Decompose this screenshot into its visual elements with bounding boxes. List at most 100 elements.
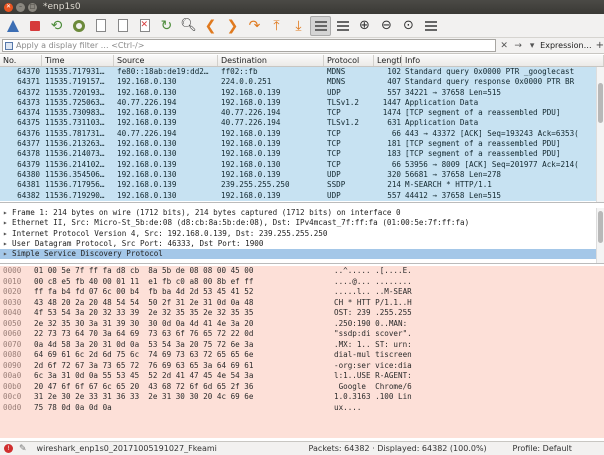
- expression-button[interactable]: Expression…: [540, 41, 591, 50]
- detail-tree-item[interactable]: ▸ Internet Protocol Version 4, Src: 192.1…: [0, 229, 604, 239]
- display-filter-input[interactable]: Apply a display filter … <Ctrl-/>: [2, 39, 497, 52]
- maximize-window-icon[interactable]: □: [28, 2, 37, 12]
- profile-selector[interactable]: Profile: Default: [513, 444, 572, 453]
- column-header-protocol[interactable]: Protocol: [324, 55, 374, 66]
- minimize-window-icon[interactable]: –: [16, 2, 25, 12]
- hex-offset[interactable]: 00a0: [0, 371, 34, 382]
- hex-ascii[interactable]: "ssdp:di scover".: [334, 329, 414, 340]
- expand-arrow-icon[interactable]: ▸: [3, 239, 12, 249]
- hex-ascii[interactable]: l:1..USE R-AGENT:: [334, 371, 414, 382]
- open-file-button[interactable]: [90, 16, 111, 36]
- column-header-time[interactable]: Time: [42, 55, 114, 66]
- find-packet-button[interactable]: 🔍︎: [178, 16, 199, 36]
- expert-info-icon[interactable]: !: [4, 444, 13, 453]
- colorize-button[interactable]: [332, 16, 353, 36]
- hex-offset[interactable]: 0020: [0, 287, 34, 298]
- hex-offset[interactable]: 0000: [0, 266, 34, 277]
- hex-bytes[interactable]: 64 69 61 6c 2d 6d 75 6c 74 69 73 63 72 6…: [34, 350, 334, 361]
- table-row[interactable]: 64371 11535.719157… 192.168.0.130 224.0.0.2…: [0, 77, 604, 88]
- detail-tree-item[interactable]: ▸ Simple Service Discovery Protocol: [0, 249, 604, 260]
- packet-details-scroll-thumb[interactable]: [598, 211, 603, 243]
- detail-tree-item[interactable]: ▸ Ethernet II, Src: Micro-St_5b:de:08 (d8…: [0, 218, 604, 228]
- hex-bytes[interactable]: 2d 6f 72 67 3a 73 65 72 76 69 63 65 3a 6…: [34, 361, 334, 372]
- hex-offset[interactable]: 0070: [0, 340, 34, 351]
- hex-ascii[interactable]: 1.0.3163 .100 Lin: [334, 392, 414, 403]
- column-header-length[interactable]: Length: [374, 55, 402, 66]
- autoscroll-button[interactable]: [310, 15, 331, 36]
- expand-arrow-icon[interactable]: ▸: [3, 229, 12, 239]
- hex-bytes[interactable]: 0a 4d 58 3a 20 31 0d 0a 53 54 3a 20 75 7…: [34, 340, 334, 351]
- table-row[interactable]: 64372 11535.720193… 192.168.0.130 192.168.0…: [0, 87, 604, 98]
- packet-details-scrollbar[interactable]: [596, 208, 604, 263]
- column-header-info[interactable]: Info: [402, 55, 604, 66]
- hex-offset[interactable]: 00d0: [0, 403, 34, 414]
- hex-bytes[interactable]: 20 47 6f 6f 67 6c 65 20 43 68 72 6f 6d 6…: [34, 382, 334, 393]
- first-packet-button[interactable]: ⤒: [266, 16, 287, 36]
- table-row[interactable]: 64373 11535.725063… 40.77.226.194 192.168.0…: [0, 97, 604, 109]
- zoom-out-button[interactable]: ⊖: [376, 16, 397, 36]
- hex-offset[interactable]: 0010: [0, 277, 34, 288]
- detail-tree-item[interactable]: ▸ Frame 1: 214 bytes on wire (1712 bits),…: [0, 208, 604, 218]
- column-header-no[interactable]: No.: [0, 55, 42, 66]
- clear-filter-icon[interactable]: ✕: [498, 40, 510, 52]
- expand-arrow-icon[interactable]: ▸: [3, 218, 12, 228]
- hex-offset[interactable]: 0050: [0, 319, 34, 330]
- hex-ascii[interactable]: ux....: [334, 403, 414, 414]
- hex-ascii[interactable]: .MX: 1.. ST: urn:: [334, 340, 414, 351]
- hex-ascii[interactable]: OST: 239 .255.255: [334, 308, 414, 319]
- packet-list-scroll-thumb[interactable]: [598, 83, 603, 123]
- hex-bytes[interactable]: 6c 3a 31 0d 0a 55 53 45 52 2d 41 47 45 4…: [34, 371, 334, 382]
- capture-options-button[interactable]: [68, 16, 89, 36]
- apply-filter-icon[interactable]: →: [512, 40, 524, 52]
- capture-comment-icon[interactable]: ✎: [19, 444, 27, 454]
- table-row[interactable]: 64377 11536.213263… 192.168.0.130 192.168.0…: [0, 139, 604, 150]
- bookmark-filter-icon[interactable]: [5, 41, 13, 50]
- go-to-packet-button[interactable]: ↷: [244, 16, 265, 36]
- hex-offset[interactable]: 0040: [0, 308, 34, 319]
- hex-offset[interactable]: 00c0: [0, 392, 34, 403]
- hex-ascii[interactable]: -org:ser vice:dia: [334, 361, 414, 372]
- table-row[interactable]: 64379 11536.214102… 192.168.0.139 192.168.0…: [0, 159, 604, 170]
- stop-capture-button[interactable]: [24, 16, 45, 36]
- save-file-button[interactable]: [112, 16, 133, 36]
- resize-columns-button[interactable]: [420, 16, 441, 36]
- last-packet-button[interactable]: ⤓: [288, 16, 309, 36]
- hex-ascii[interactable]: .....l.. ..M-SEAR: [334, 287, 414, 298]
- hex-bytes[interactable]: 4f 53 54 3a 20 32 33 39 2e 32 35 35 2e 3…: [34, 308, 334, 319]
- hex-offset[interactable]: 00b0: [0, 382, 34, 393]
- filter-history-icon[interactable]: ▾: [526, 40, 538, 52]
- start-capture-button[interactable]: [2, 16, 23, 36]
- hex-ascii[interactable]: .250:190 0..MAN:: [334, 319, 414, 330]
- zoom-reset-button[interactable]: ⊙: [398, 16, 419, 36]
- hex-ascii[interactable]: dial-mul tiscreen: [334, 350, 414, 361]
- hex-ascii[interactable]: ..^..... .[....E.: [334, 266, 414, 277]
- detail-tree-item[interactable]: ▸ User Datagram Protocol, Src Port: 46333…: [0, 239, 604, 249]
- hex-offset[interactable]: 0060: [0, 329, 34, 340]
- table-row[interactable]: 64378 11536.214073… 192.168.0.130 192.168.0…: [0, 149, 604, 160]
- hex-bytes[interactable]: 43 48 20 2a 20 48 54 54 50 2f 31 2e 31 0…: [34, 298, 334, 309]
- hex-bytes[interactable]: 00 c8 e5 fb 40 00 01 11 e1 fb c0 a8 00 8…: [34, 277, 334, 288]
- table-row[interactable]: 64375 11535.731103… 192.168.0.139 40.77.226…: [0, 118, 604, 129]
- hex-ascii[interactable]: CH * HTT P/1.1..H: [334, 298, 414, 309]
- add-filter-button[interactable]: +: [596, 40, 604, 51]
- table-row[interactable]: 64374 11535.730983… 192.168.0.139 40.77.226…: [0, 108, 604, 119]
- table-row[interactable]: 64380 11536.354506… 192.168.0.130 192.168.0…: [0, 169, 604, 181]
- hex-bytes[interactable]: ff fa b4 fd 07 6c 00 b4 fb ba 4d 2d 53 4…: [34, 287, 334, 298]
- hex-bytes[interactable]: 2e 32 35 30 3a 31 39 30 30 0d 0a 4d 41 4…: [34, 319, 334, 330]
- go-forward-button[interactable]: ❯: [222, 16, 243, 36]
- expand-arrow-icon[interactable]: ▸: [3, 208, 12, 218]
- hex-bytes[interactable]: 01 00 5e 7f ff fa d8 cb 8a 5b de 08 08 0…: [34, 266, 334, 277]
- table-row[interactable]: 64370 11535.717931… fe80::18ab:de19:dd2… ff…: [0, 67, 604, 78]
- close-file-button[interactable]: [134, 16, 155, 36]
- column-header-destination[interactable]: Destination: [218, 55, 324, 66]
- restart-capture-button[interactable]: ⟲: [46, 16, 67, 36]
- close-window-icon[interactable]: ✕: [4, 2, 13, 12]
- hex-offset[interactable]: 0080: [0, 350, 34, 361]
- hex-bytes[interactable]: 75 78 0d 0a 0d 0a: [34, 403, 334, 414]
- hex-offset[interactable]: 0090: [0, 361, 34, 372]
- table-row[interactable]: 64381 11536.717956… 192.168.0.139 239.255.2…: [0, 180, 604, 191]
- reload-file-button[interactable]: ↻: [156, 16, 177, 36]
- expand-arrow-icon[interactable]: ▸: [3, 249, 12, 259]
- hex-ascii[interactable]: Google Chrome/6: [334, 382, 414, 393]
- hex-offset[interactable]: 0030: [0, 298, 34, 309]
